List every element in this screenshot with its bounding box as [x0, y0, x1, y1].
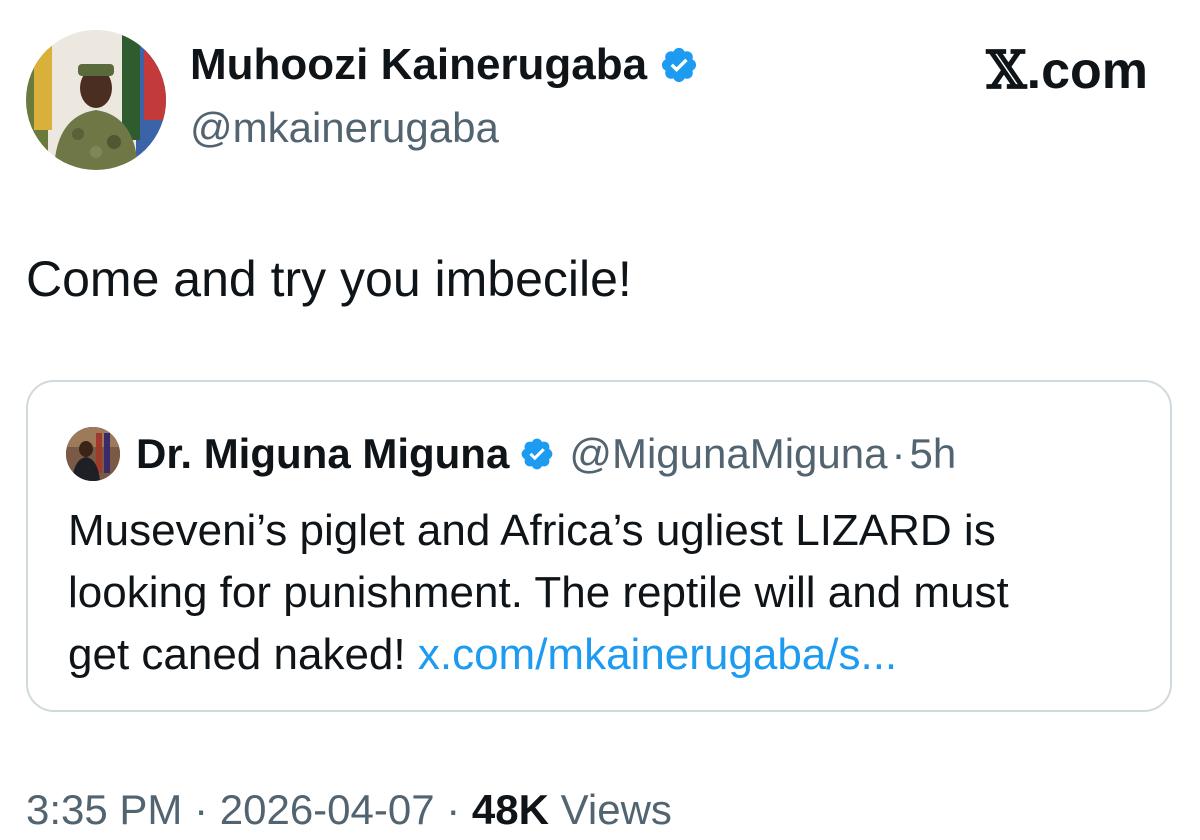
x-logo-suffix: .com [1026, 42, 1148, 100]
quoted-text-line: looking for punishment. The reptile will… [68, 568, 1009, 617]
tweet-date[interactable]: 2026-04-07 [220, 786, 435, 833]
x-logo-icon: 𝕏 [986, 40, 1027, 101]
tweet-time[interactable]: 3:35 PM [26, 786, 182, 833]
separator-dot: · [891, 430, 906, 477]
meta-separator: · [434, 786, 472, 833]
x-com-logo: 𝕏.com [986, 40, 1148, 101]
verified-badge-icon [662, 47, 697, 83]
quoted-tweet-header: Dr. Miguna Miguna @MigunaMiguna · 5h [66, 427, 956, 481]
quoted-tweet-time[interactable]: 5h [909, 430, 956, 478]
quoted-author-name[interactable]: Dr. Miguna Miguna [136, 430, 509, 478]
quoted-avatar-photo [66, 427, 120, 481]
quoted-text-line: Museveni’s piglet and Africa’s ugliest L… [68, 506, 996, 555]
profile-avatar[interactable] [26, 30, 166, 170]
quoted-tweet-card[interactable]: Dr. Miguna Miguna @MigunaMiguna · 5h Mus… [26, 380, 1172, 712]
quoted-verified-badge-icon [521, 438, 553, 470]
avatar-photo [26, 30, 166, 170]
quoted-author-handle[interactable]: @MigunaMiguna [569, 430, 887, 478]
quoted-text-segment: get caned naked! [68, 630, 418, 679]
quoted-author-avatar[interactable] [66, 427, 120, 481]
author-display-name[interactable]: Muhoozi Kainerugaba [190, 40, 699, 90]
author-name-text: Muhoozi Kainerugaba [190, 40, 648, 89]
views-count[interactable]: 48K [472, 786, 549, 833]
author-handle[interactable]: @mkainerugaba [190, 104, 499, 152]
quoted-tweet-link[interactable]: x.com/mkainerugaba/s... [418, 630, 897, 679]
quoted-tweet-text: Museveni’s piglet and Africa’s ugliest L… [68, 500, 1148, 686]
meta-separator: · [182, 786, 220, 833]
views-label: Views [548, 786, 672, 833]
quoted-text-line-with-link: get caned naked! x.com/mkainerugaba/s... [68, 624, 1148, 686]
tweet-meta: 3:35 PM · 2026-04-07 · 48K Views [26, 786, 672, 834]
tweet-text: Come and try you imbecile! [26, 251, 632, 307]
